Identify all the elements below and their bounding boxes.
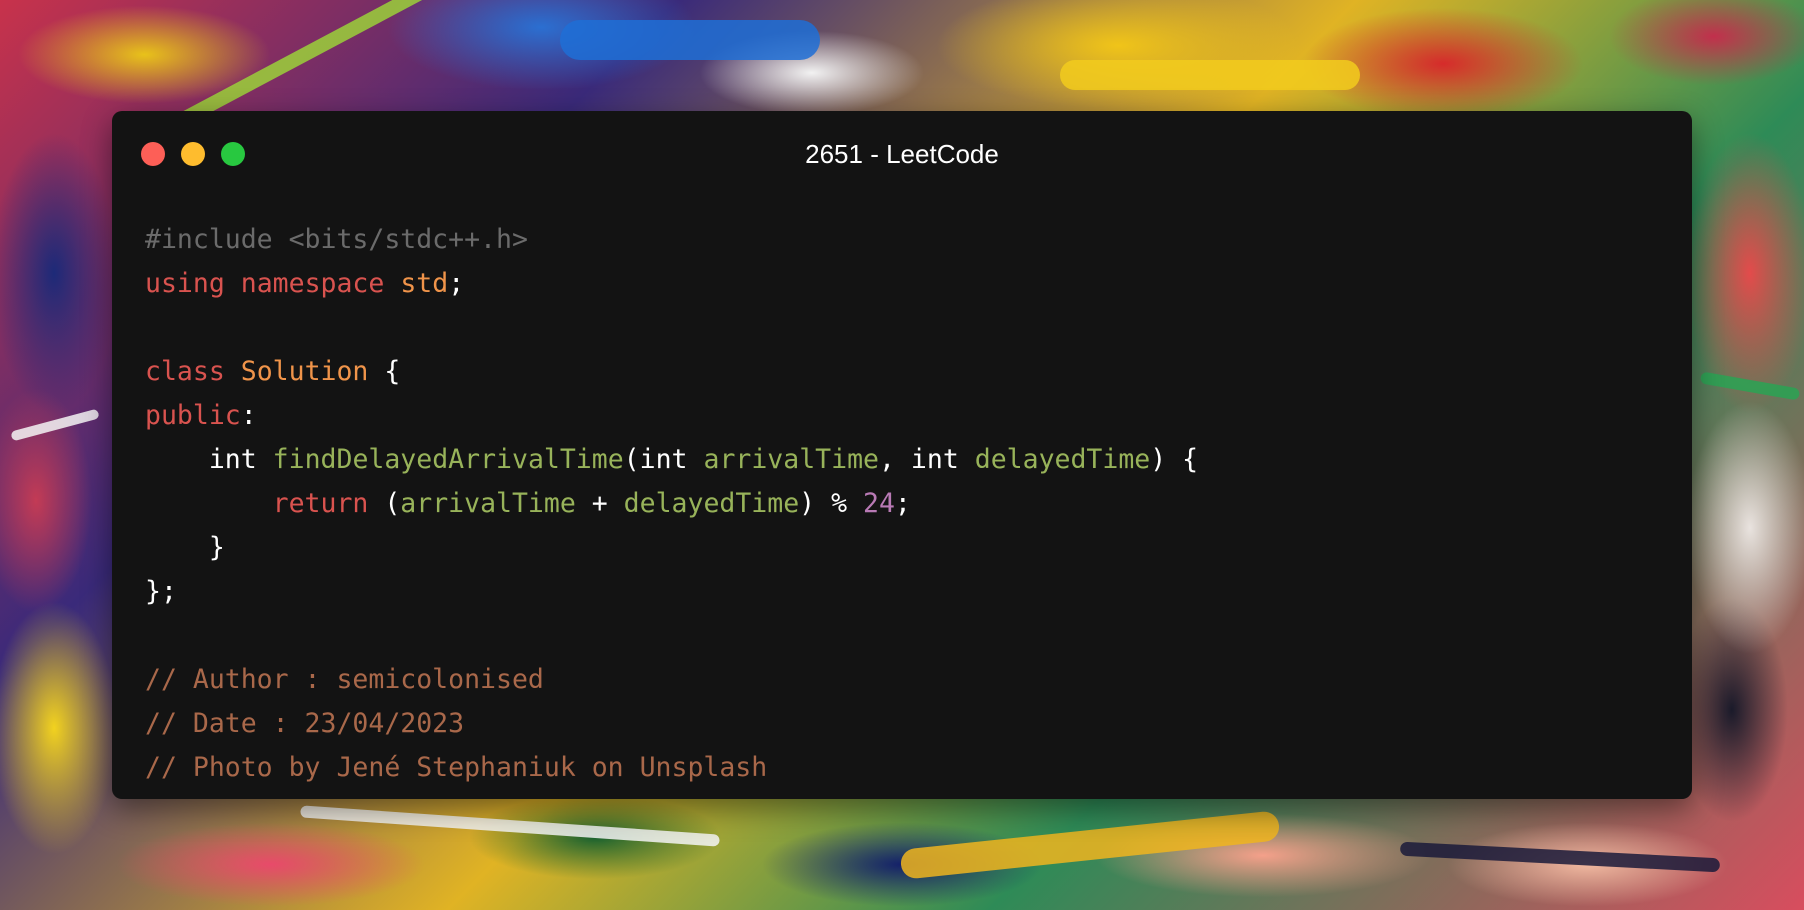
- code-token-plain: {: [368, 356, 401, 387]
- code-line: // Author : semicolonised: [145, 658, 1198, 702]
- code-line: #include <bits/stdc++.h>: [145, 218, 1198, 262]
- paint-streak: [300, 805, 720, 847]
- code-token-cls: Solution: [240, 356, 369, 387]
- code-line: class Solution {: [145, 350, 1198, 394]
- code-token-plain: ) %: [799, 488, 863, 519]
- code-token-var: delayedTime: [623, 488, 800, 519]
- paint-streak: [10, 408, 100, 442]
- code-line: // Photo by Jené Stephaniuk on Unsplash: [145, 746, 1198, 790]
- paint-streak: [560, 20, 820, 60]
- code-line: return (arrivalTime + delayedTime) % 24;: [145, 482, 1198, 526]
- code-token-cmt: // Photo by Jené Stephaniuk on Unsplash: [145, 752, 768, 783]
- code-token-num: 24: [863, 488, 895, 519]
- code-token-ns: std: [400, 268, 449, 299]
- code-token-cmt: // Date : 23/04/2023: [145, 708, 465, 739]
- code-token-kw: return: [272, 488, 369, 519]
- code-line: // Date : 23/04/2023: [145, 702, 1198, 746]
- code-token-plain: }: [145, 532, 225, 563]
- code-token-var: arrivalTime: [400, 488, 576, 519]
- code-token-fn: findDelayedArrivalTime: [272, 444, 624, 475]
- code-window: 2651 - LeetCode #include <bits/stdc++.h>…: [112, 111, 1692, 799]
- code-line: public:: [145, 394, 1198, 438]
- code-token-type: int: [910, 444, 959, 475]
- code-token-var: delayedTime: [974, 444, 1151, 475]
- paint-streak: [1060, 60, 1360, 90]
- code-token-kw: namespace: [240, 268, 385, 299]
- window-titlebar: 2651 - LeetCode: [112, 111, 1692, 171]
- code-block: #include <bits/stdc++.h> using namespace …: [145, 218, 1198, 790]
- code-token-plain: (: [623, 444, 640, 475]
- code-token-type: int: [208, 444, 257, 475]
- code-token-plain: ) {: [1150, 444, 1199, 475]
- window-title: 2651 - LeetCode: [805, 139, 999, 169]
- paint-streak: [1399, 841, 1721, 873]
- code-line: using namespace std;: [145, 262, 1198, 306]
- code-token-plain: ;: [894, 488, 911, 519]
- code-token-plain: };: [145, 576, 177, 607]
- code-token-var: arrivalTime: [703, 444, 879, 475]
- code-token-plain: ,: [878, 444, 911, 475]
- code-token-cmt: // Author : semicolonised: [145, 664, 544, 695]
- code-token-kw: using: [145, 268, 225, 299]
- code-token-pre: #include <bits/stdc++.h>: [145, 224, 528, 255]
- code-token-plain: +: [575, 488, 624, 519]
- code-line: }: [145, 526, 1198, 570]
- code-token-kw: public: [145, 400, 241, 431]
- code-line: };: [145, 570, 1198, 614]
- code-line: int findDelayedArrivalTime(int arrivalTi…: [145, 438, 1198, 482]
- code-token-kw: class: [145, 356, 225, 387]
- code-token-plain: :: [240, 400, 257, 431]
- code-token-plain: ;: [448, 268, 465, 299]
- code-token-type: int: [639, 444, 688, 475]
- code-token-plain: (: [368, 488, 401, 519]
- paint-streak: [1699, 371, 1801, 401]
- paint-streak: [899, 810, 1281, 880]
